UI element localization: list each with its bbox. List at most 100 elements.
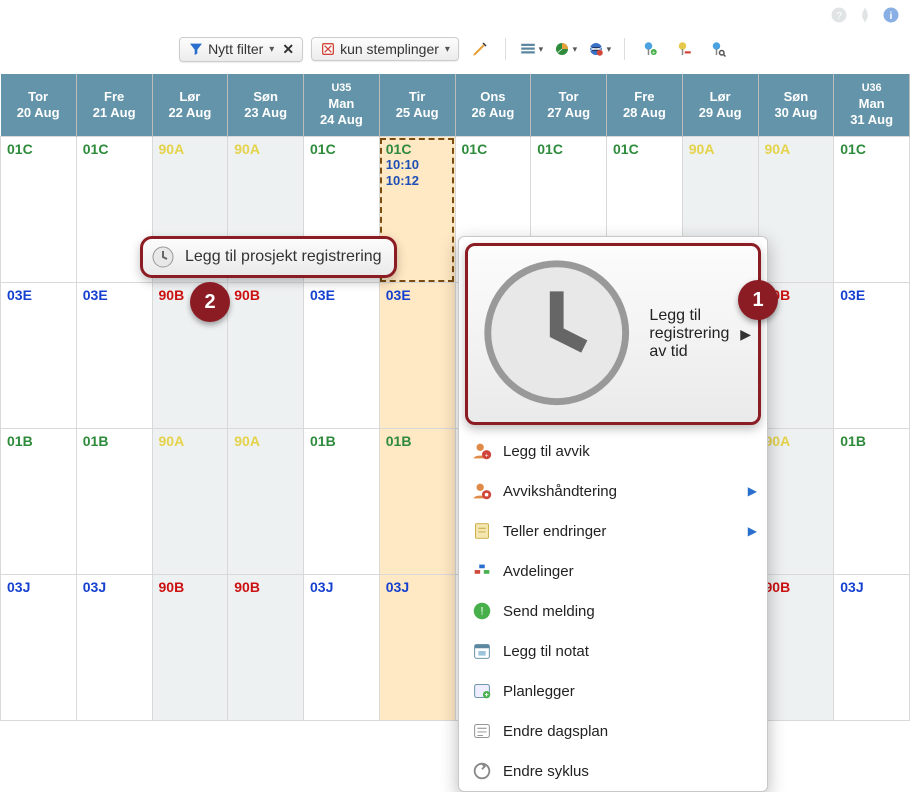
clear-filter-button[interactable]: ✕ bbox=[282, 41, 294, 58]
separator bbox=[505, 38, 506, 60]
svg-text:i: i bbox=[890, 10, 893, 22]
calendar-cell[interactable]: 03J bbox=[1, 575, 77, 721]
menu-item[interactable]: Endre dagsplan bbox=[459, 711, 767, 751]
menu-item[interactable]: Planlegger bbox=[459, 671, 767, 711]
timestamp: 10:12 bbox=[380, 173, 455, 189]
calendar-cell[interactable]: 03J bbox=[834, 575, 910, 721]
submenu-project-registration: Legg til prosjekt registrering bbox=[140, 236, 397, 278]
menu-item-label: Legg til avvik bbox=[503, 443, 590, 460]
day-header: Søn23 Aug bbox=[228, 74, 304, 137]
day-header: Søn30 Aug bbox=[758, 74, 834, 137]
shift-code: 01C bbox=[304, 137, 379, 157]
calendar-cell[interactable]: 01B bbox=[834, 429, 910, 575]
shift-code: 03J bbox=[834, 575, 909, 595]
filter-dropdown[interactable]: Nytt filter ▾ ✕ bbox=[179, 37, 303, 62]
shift-code: 03J bbox=[77, 575, 152, 595]
chevron-right-icon: ▶ bbox=[748, 524, 757, 538]
dayplan-icon bbox=[471, 720, 493, 742]
shift-code: 03E bbox=[1, 283, 76, 303]
shift-code: 03E bbox=[77, 283, 152, 303]
clock-icon bbox=[151, 245, 175, 269]
svg-text:+: + bbox=[485, 453, 489, 460]
calendar-cell[interactable]: 90B bbox=[228, 575, 304, 721]
calendar-cell[interactable]: 01C bbox=[834, 137, 910, 283]
pin-remove-button[interactable] bbox=[671, 36, 697, 62]
menu-item-add-time[interactable]: Legg til registrering av tid ▶ bbox=[465, 243, 761, 425]
calendar-cell[interactable]: 03J bbox=[76, 575, 152, 721]
menu-item[interactable]: ! Send melding bbox=[459, 591, 767, 631]
shift-code: 01C bbox=[77, 137, 152, 157]
day-header: Tir25 Aug bbox=[379, 74, 455, 137]
calendar-cell[interactable]: 03E bbox=[304, 283, 380, 429]
shift-code: 90A bbox=[153, 137, 228, 157]
calendar-cell[interactable]: 90B bbox=[758, 575, 834, 721]
top-right-icons: ? i bbox=[0, 0, 910, 30]
menu-item[interactable]: + Legg til avvik bbox=[459, 431, 767, 471]
menu-item[interactable]: Endre syklus bbox=[459, 751, 767, 791]
pin-icon[interactable] bbox=[856, 6, 874, 24]
calendar-cell[interactable]: 01B bbox=[1, 429, 77, 575]
calendar-cell[interactable]: 90A bbox=[228, 429, 304, 575]
submenu-item[interactable]: Legg til prosjekt registrering bbox=[140, 236, 397, 278]
pin-find-button[interactable] bbox=[705, 36, 731, 62]
context-menu: Legg til registrering av tid ▶ + Legg til… bbox=[458, 236, 768, 792]
calendar-cell[interactable]: 03E bbox=[379, 283, 455, 429]
calendar-cell[interactable]: 03E bbox=[1, 283, 77, 429]
calendar-cell[interactable]: 90A bbox=[758, 429, 834, 575]
menu-item-label: Avdelinger bbox=[503, 563, 574, 580]
calendar-cell[interactable]: 01B bbox=[379, 429, 455, 575]
calendar-cell[interactable]: 90B bbox=[152, 575, 228, 721]
shift-code: 01C bbox=[456, 137, 531, 157]
planner-icon bbox=[471, 680, 493, 702]
separator bbox=[624, 38, 625, 60]
calendar-cell[interactable]: 90A bbox=[152, 429, 228, 575]
toolbar: Nytt filter ▾ ✕ kun stemplinger ▾ + bbox=[0, 30, 910, 74]
pin-add-button[interactable]: + bbox=[637, 36, 663, 62]
day-header: Fre21 Aug bbox=[76, 74, 152, 137]
help-icon[interactable]: ? bbox=[830, 6, 848, 24]
filter-label: Nytt filter bbox=[208, 41, 263, 57]
timestamp: 10:10 bbox=[380, 157, 455, 173]
day-header: Tor27 Aug bbox=[531, 74, 607, 137]
shift-code: 90A bbox=[228, 429, 303, 449]
calendar-cell[interactable]: 03E bbox=[76, 283, 152, 429]
menu-item[interactable]: Teller endringer ▶ bbox=[459, 511, 767, 551]
menu-item[interactable]: Avvikshåndtering▶ bbox=[459, 471, 767, 511]
menu-item-label: Legg til registrering av tid bbox=[649, 307, 748, 361]
stamp-dropdown[interactable]: kun stemplinger ▾ bbox=[311, 37, 459, 61]
svg-text:!: ! bbox=[480, 606, 483, 618]
clock-icon bbox=[474, 250, 639, 418]
menu-item-label: Endre syklus bbox=[503, 763, 589, 780]
info-icon[interactable]: i bbox=[882, 6, 900, 24]
menu-item[interactable]: Avdelinger bbox=[459, 551, 767, 591]
calendar-note-icon bbox=[471, 640, 493, 662]
chart-menu[interactable] bbox=[552, 36, 578, 62]
shift-code: 90A bbox=[759, 137, 834, 157]
shift-code: 01C bbox=[531, 137, 606, 157]
shift-code: 01B bbox=[304, 429, 379, 449]
shift-code: 01C bbox=[607, 137, 682, 157]
calendar-cell[interactable]: 01B bbox=[304, 429, 380, 575]
edit-button[interactable] bbox=[467, 36, 493, 62]
shift-code: 01B bbox=[834, 429, 909, 449]
calendar-cell[interactable]: 90B bbox=[228, 283, 304, 429]
day-header: U36Man31 Aug bbox=[834, 74, 910, 137]
day-header: Tor20 Aug bbox=[1, 74, 77, 137]
calendar-cell[interactable]: 01B bbox=[76, 429, 152, 575]
day-header: Fre28 Aug bbox=[607, 74, 683, 137]
shift-code: 03E bbox=[304, 283, 379, 303]
view-menu[interactable] bbox=[518, 36, 544, 62]
menu-item-label: Send melding bbox=[503, 603, 595, 620]
cycle-icon bbox=[471, 760, 493, 782]
calendar-cell[interactable]: 03E bbox=[834, 283, 910, 429]
calendar-cell[interactable]: 03J bbox=[379, 575, 455, 721]
calendar-cell[interactable]: 90A bbox=[758, 137, 834, 283]
calendar-cell[interactable]: 01C bbox=[1, 137, 77, 283]
menu-item[interactable]: Legg til notat bbox=[459, 631, 767, 671]
globe-menu[interactable] bbox=[586, 36, 612, 62]
shift-code: 90A bbox=[683, 137, 758, 157]
menu-item-label: Teller endringer bbox=[503, 523, 606, 540]
calendar-cell[interactable]: 03J bbox=[304, 575, 380, 721]
menu-item-label: Endre dagsplan bbox=[503, 723, 608, 740]
svg-text:+: + bbox=[652, 50, 656, 56]
